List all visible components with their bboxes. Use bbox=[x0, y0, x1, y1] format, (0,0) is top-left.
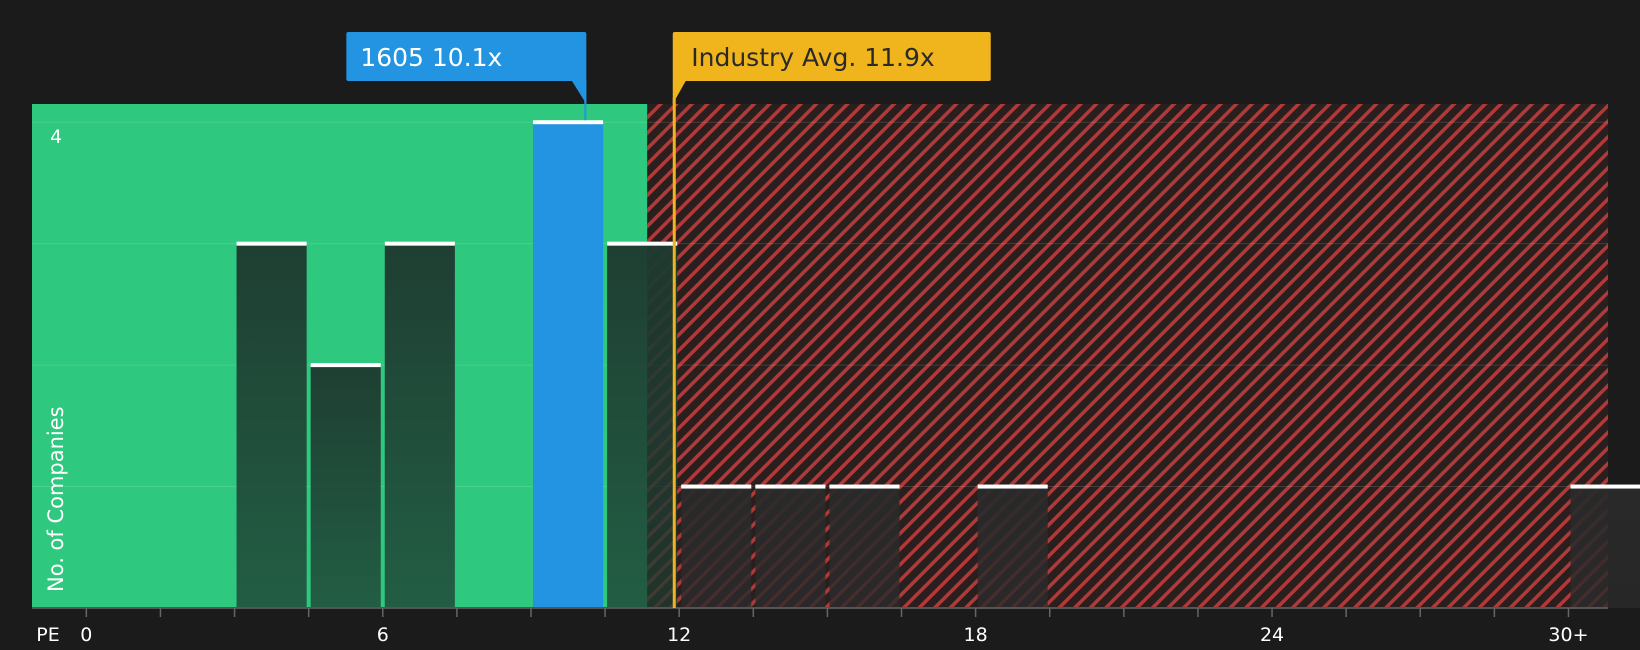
x-axis-tick-labels: 0 6 12 18 24 30+ bbox=[80, 624, 1588, 646]
bar-cap bbox=[236, 241, 307, 246]
bar-cap bbox=[607, 241, 678, 246]
y-axis-tick-labels: 4 bbox=[50, 126, 62, 148]
histogram-bar bbox=[977, 486, 1048, 608]
histogram-bar bbox=[310, 365, 381, 608]
company-bar bbox=[532, 122, 604, 609]
histogram-bar bbox=[829, 486, 900, 608]
histogram-bar bbox=[1570, 486, 1640, 608]
y-axis-label: No. of Companies bbox=[44, 406, 68, 592]
x-tick-label: 0 bbox=[80, 624, 92, 646]
histogram-bar bbox=[236, 243, 307, 608]
chart-svg: 0 6 12 18 24 30+ 4 PE No. of Companies Indust… bbox=[32, 32, 1640, 646]
bar-cap bbox=[829, 484, 900, 489]
company-value-pointer bbox=[571, 80, 587, 104]
industry-average-label: Industry Avg. 11.9x bbox=[691, 43, 934, 72]
x-tick-label: 24 bbox=[1260, 624, 1284, 646]
industry-average-callout: Industry Avg. 11.9x bbox=[672, 32, 991, 104]
bar-cap bbox=[1570, 484, 1640, 489]
x-tick-label: 30+ bbox=[1548, 624, 1588, 646]
x-tick-label: 6 bbox=[377, 624, 389, 646]
histogram-bar bbox=[681, 486, 752, 608]
histogram-bar bbox=[607, 243, 678, 608]
bar-cap bbox=[532, 120, 604, 125]
pe-distribution-chart: 0 6 12 18 24 30+ 4 PE No. of Companies Indust… bbox=[0, 0, 1640, 650]
company-value-label: 1605 10.1x bbox=[360, 43, 502, 72]
x-tick-label: 12 bbox=[667, 624, 691, 646]
histogram-bar bbox=[755, 486, 826, 608]
y-tick-label: 4 bbox=[50, 126, 62, 148]
x-axis-label: PE bbox=[36, 624, 59, 646]
bar-cap bbox=[977, 484, 1048, 489]
bar-cap bbox=[310, 363, 381, 368]
bar-cap bbox=[681, 484, 752, 489]
x-axis-ticks bbox=[85, 608, 1570, 617]
bar-cap bbox=[384, 241, 455, 246]
bar-cap bbox=[755, 484, 826, 489]
histogram-bar bbox=[384, 243, 455, 608]
x-tick-label: 18 bbox=[964, 624, 988, 646]
